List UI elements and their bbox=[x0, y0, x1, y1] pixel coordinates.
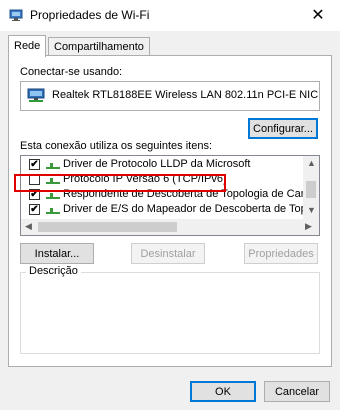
description-label: Descrição bbox=[26, 265, 81, 277]
protocol-icon bbox=[46, 178, 60, 184]
uninstall-button[interactable]: Desinstalar bbox=[131, 243, 205, 264]
window-title: Propriedades de Wi-Fi bbox=[30, 8, 150, 22]
connect-using-label: Conectar-se usando: bbox=[20, 66, 123, 78]
list-item[interactable]: ✔ Driver de Protocolo LLDP da Microsoft bbox=[21, 157, 303, 172]
close-button[interactable]: ✕ bbox=[296, 0, 340, 31]
list-item-ipv6[interactable]: Protocolo IP Versão 6 (TCP/IPv6) bbox=[21, 172, 303, 187]
protocol-icon bbox=[46, 208, 60, 214]
item-label: Driver de Protocolo LLDP da Microsoft bbox=[63, 158, 251, 170]
scroll-left-icon[interactable]: ◀ bbox=[25, 221, 32, 232]
item-checkbox[interactable]: ✔ bbox=[29, 204, 40, 215]
network-adapter-icon bbox=[9, 9, 23, 21]
adapter-field: Realtek RTL8188EE Wireless LAN 802.11n P… bbox=[20, 81, 320, 111]
nic-icon bbox=[27, 88, 45, 102]
description-group: Descrição bbox=[20, 265, 320, 354]
item-label: Driver de E/S do Mapeador de Descoberta … bbox=[63, 203, 303, 215]
tab-panel: Conectar-se usando: Realtek RTL8188EE Wi… bbox=[8, 55, 332, 367]
item-checkbox[interactable] bbox=[29, 174, 40, 185]
tab-compartilhamento[interactable]: Compartilhamento bbox=[48, 37, 150, 56]
adapter-name: Realtek RTL8188EE Wireless LAN 802.11n P… bbox=[52, 89, 319, 101]
items-label: Esta conexão utiliza os seguintes itens: bbox=[20, 140, 213, 152]
protocol-icon bbox=[46, 193, 60, 199]
horizontal-scrollbar[interactable]: ◀ ▶ bbox=[21, 219, 319, 235]
title-bar: Propriedades de Wi-Fi ✕ bbox=[0, 0, 340, 31]
list-item[interactable]: ✔ Driver de E/S do Mapeador de Descobert… bbox=[21, 202, 303, 217]
ok-button[interactable]: OK bbox=[190, 381, 256, 402]
scroll-right-icon[interactable]: ▶ bbox=[305, 221, 312, 232]
items-list[interactable]: ✔ Driver de Protocolo LLDP da Microsoft … bbox=[20, 155, 320, 236]
configure-button[interactable]: Configurar... bbox=[248, 118, 318, 139]
install-button[interactable]: Instalar... bbox=[20, 243, 94, 264]
item-checkbox[interactable]: ✔ bbox=[29, 159, 40, 170]
protocol-icon bbox=[46, 163, 60, 169]
vertical-scroll-thumb[interactable] bbox=[306, 181, 316, 198]
scroll-up-icon[interactable]: ▲ bbox=[307, 158, 316, 168]
list-item[interactable]: ✔ Respondente de Descoberta de Topologia… bbox=[21, 187, 303, 202]
close-icon: ✕ bbox=[311, 7, 325, 24]
item-label: Respondente de Descoberta de Topologia d… bbox=[63, 188, 303, 200]
vertical-scrollbar[interactable]: ▲ ▼ bbox=[303, 156, 319, 219]
horizontal-scroll-thumb[interactable] bbox=[38, 222, 177, 232]
item-label: Protocolo IP Versão 6 (TCP/IPv6) bbox=[63, 173, 227, 185]
properties-button[interactable]: Propriedades bbox=[244, 243, 318, 264]
item-checkbox[interactable]: ✔ bbox=[29, 189, 40, 200]
cancel-button[interactable]: Cancelar bbox=[264, 381, 330, 402]
scroll-down-icon[interactable]: ▼ bbox=[307, 205, 316, 215]
tab-rede[interactable]: Rede bbox=[8, 35, 47, 57]
